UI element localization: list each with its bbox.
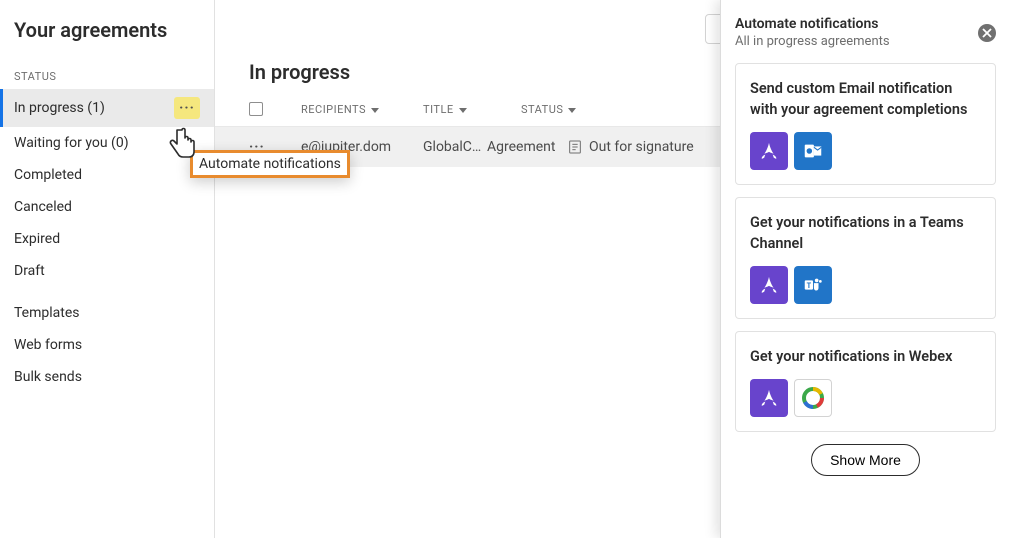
svg-text:T: T (807, 281, 812, 290)
sidebar-item-label: Bulk sends (14, 369, 82, 385)
sidebar-item-in-progress[interactable]: In progress (1) ··· (0, 89, 214, 127)
sidebar-item-templates[interactable]: Templates (0, 297, 214, 329)
column-recipients[interactable]: RECIPIENTS (301, 103, 366, 116)
automation-card-webex[interactable]: Get your notifications in Webex (735, 331, 996, 432)
column-status[interactable]: STATUS (521, 103, 563, 116)
context-menu: Automate notifications (190, 150, 350, 178)
cell-status: Out for signature (589, 139, 694, 155)
sidebar-item-label: Completed (14, 167, 82, 183)
sidebar-item-waiting[interactable]: Waiting for you (0) (0, 127, 214, 159)
sidebar-item-label: Expired (14, 231, 60, 247)
panel-title: Automate notifications (735, 16, 974, 32)
sidebar-item-label: Waiting for you (0) (14, 135, 129, 151)
automation-card-email[interactable]: Send custom Email notification with your… (735, 63, 996, 185)
card-title: Send custom Email notification with your… (750, 78, 981, 120)
sidebar-item-canceled[interactable]: Canceled (0, 191, 214, 223)
sidebar: Your agreements STATUS In progress (1) ·… (0, 0, 215, 538)
status-heading: STATUS (0, 62, 214, 89)
sidebar-item-bulk-sends[interactable]: Bulk sends (0, 361, 214, 393)
teams-icon: T (794, 266, 832, 304)
more-options-button[interactable]: ··· (174, 97, 200, 119)
right-panel: Automate notifications All in progress a… (720, 0, 1010, 538)
column-title[interactable]: TITLE (423, 103, 454, 116)
sidebar-item-label: Templates (14, 305, 80, 321)
automation-card-teams[interactable]: Get your notifications in a Teams Channe… (735, 197, 996, 319)
page-title: Your agreements (0, 18, 214, 62)
menu-item-automate-notifications[interactable]: Automate notifications (199, 156, 341, 172)
sort-icon[interactable] (567, 104, 577, 114)
sidebar-item-web-forms[interactable]: Web forms (0, 329, 214, 361)
card-title: Get your notifications in a Teams Channe… (750, 212, 981, 254)
sidebar-item-draft[interactable]: Draft (0, 255, 214, 287)
webex-icon (794, 379, 832, 417)
close-icon (982, 28, 992, 38)
sidebar-item-label: Web forms (14, 337, 82, 353)
sort-icon[interactable] (370, 104, 380, 114)
document-icon (567, 139, 583, 155)
close-button[interactable] (978, 24, 996, 42)
sidebar-item-expired[interactable]: Expired (0, 223, 214, 255)
acrobat-icon (750, 266, 788, 304)
show-more-button[interactable]: Show More (811, 444, 920, 476)
panel-subtitle: All in progress agreements (735, 34, 974, 49)
sidebar-item-completed[interactable]: Completed (0, 159, 214, 191)
acrobat-icon (750, 132, 788, 170)
card-title: Get your notifications in Webex (750, 346, 981, 367)
outlook-icon (794, 132, 832, 170)
sidebar-item-label: Canceled (14, 199, 72, 215)
cell-type: Agreement (487, 139, 567, 155)
sidebar-item-label: In progress (1) (14, 100, 105, 116)
cell-title: GlobalC… (423, 139, 487, 155)
sort-icon[interactable] (458, 104, 468, 114)
select-all-checkbox[interactable] (249, 102, 263, 116)
sidebar-item-label: Draft (14, 263, 45, 279)
acrobat-icon (750, 379, 788, 417)
